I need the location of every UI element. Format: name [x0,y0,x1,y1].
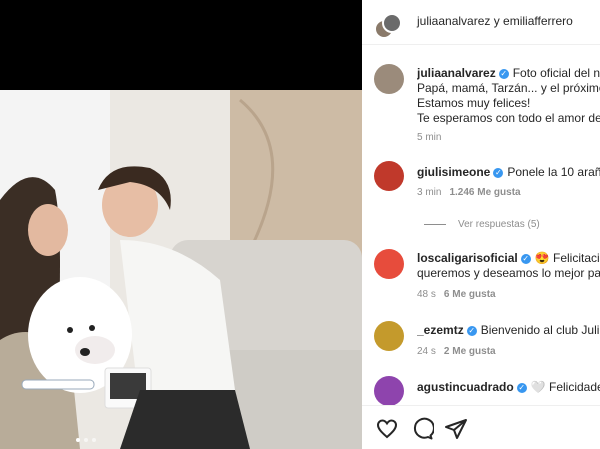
avatar[interactable] [374,376,404,406]
comment-text: Bienvenido al club Juli, [480,323,600,337]
comment-text: Felicidade [548,380,600,394]
verified-icon: ✓ [493,167,504,178]
comment-icon[interactable] [410,417,434,441]
comment-time[interactable]: 48 s [417,289,436,300]
comment-likes[interactable]: 1.246 Me gusta [449,187,520,198]
comment-username[interactable]: _ezemtz [417,323,464,337]
avatar[interactable] [382,13,402,33]
post-header: juliaanalvarez y emiliafferrero [362,0,600,45]
comment-username[interactable]: loscaligarisoficial [417,251,518,265]
comment-likes[interactable]: 2 Me gusta [444,346,496,357]
caption-text: Estamos muy felices! [417,96,531,110]
verified-icon: ✓ [498,68,509,79]
share-icon[interactable] [444,417,468,441]
verified-icon: ✓ [520,253,531,264]
comment-time[interactable]: 24 s [417,346,436,357]
emoji-icon: 😍 [534,251,550,265]
comment-text: Ponele la 10 araña [507,165,600,179]
caption-text: Te esperamos con todo el amor de [417,111,600,125]
caption-username[interactable]: juliaanalvarez [417,66,496,80]
caption-time[interactable]: 5 min [417,132,441,143]
verified-icon: ✓ [516,382,527,393]
view-replies-label: Ver respuestas (5) [458,219,540,230]
comment-username[interactable]: giulisimeone [417,165,490,179]
post-photo[interactable] [0,90,362,449]
couple-dog-photo [0,90,362,449]
avatar[interactable] [374,249,404,279]
view-replies-button[interactable]: Ver respuestas (5) [424,219,540,230]
comment-text: queremos y deseamos lo mejor pa [417,266,600,280]
post-media [0,0,362,449]
action-bar [362,405,600,449]
avatar[interactable] [374,64,404,94]
comment-likes[interactable]: 6 Me gusta [444,289,496,300]
header-usernames[interactable]: juliaanalvarez y emiliafferrero [417,14,573,28]
avatar[interactable] [374,321,404,351]
comment-text: Felicitacio [553,251,600,265]
caption-text: Foto oficial del n [512,66,600,80]
heart-icon[interactable] [375,417,399,441]
comment-username[interactable]: agustincuadrado [417,380,514,394]
avatar[interactable] [374,161,404,191]
comment-time[interactable]: 3 min [417,187,441,198]
post-sidebar: juliaanalvarez y emiliafferrero juliaana… [362,0,600,449]
verified-icon: ✓ [466,325,477,336]
caption-text: Papá, mamá, Tarzán... y el próximo [417,81,600,95]
emoji-icon: 🤍 [530,380,546,394]
